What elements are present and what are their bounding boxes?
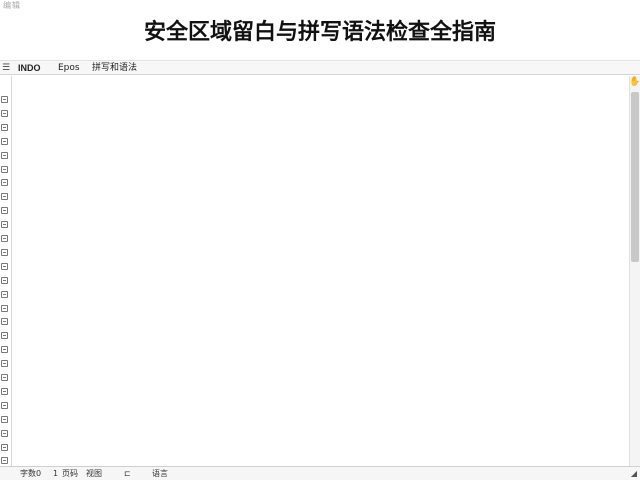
line-marker-icon[interactable]	[1, 429, 8, 437]
status-bar: 字数0 1 页码 视图 ⊏ 语言 ◢	[0, 466, 640, 480]
status-language[interactable]: 语言	[152, 468, 168, 479]
line-marker-icon[interactable]	[1, 207, 8, 215]
line-marker-icon[interactable]	[1, 346, 8, 354]
line-marker-icon[interactable]	[1, 401, 8, 409]
menu-icon[interactable]: ☰	[0, 62, 12, 74]
line-marker-icon[interactable]	[1, 193, 8, 201]
line-marker-icon[interactable]	[1, 360, 8, 368]
line-gutter	[0, 76, 12, 479]
line-marker-icon[interactable]	[1, 221, 8, 229]
editor-window: 编辑 安全区域留白与拼写语法检查全指南 ☰ INDO Epos 拼写和语法 ✋ …	[0, 0, 640, 480]
page-title: 安全区域留白与拼写语法检查全指南	[143, 20, 496, 45]
line-marker-icon[interactable]	[1, 248, 8, 256]
line-marker-icon[interactable]	[1, 304, 8, 312]
line-marker-icon[interactable]	[1, 387, 8, 395]
toolbar: ☰ INDO Epos 拼写和语法	[0, 60, 640, 75]
status-word-count: 字数0	[20, 469, 42, 478]
status-line: 1	[53, 469, 59, 478]
resize-icon[interactable]: ◢	[629, 468, 639, 479]
vertical-scrollbar[interactable]	[629, 76, 640, 466]
line-marker-icon[interactable]	[1, 235, 8, 242]
line-marker-icon[interactable]	[1, 276, 8, 284]
line-marker-icon[interactable]	[1, 179, 8, 187]
line-marker-icon[interactable]	[1, 137, 8, 145]
line-marker-icon[interactable]	[1, 262, 8, 270]
status-layout-icon[interactable]: ⊏	[124, 468, 131, 479]
line-marker-icon[interactable]	[1, 151, 8, 159]
line-marker-icon[interactable]	[1, 290, 8, 298]
toolbar-item-indo[interactable]: INDO	[18, 62, 41, 74]
line-marker-icon[interactable]	[1, 96, 8, 103]
status-page[interactable]: 页码	[62, 468, 78, 479]
toolbar-item-spelling-grammar[interactable]: 拼写和语法	[92, 62, 137, 74]
toolbar-item-epos[interactable]: Epos	[58, 62, 80, 74]
status-view[interactable]: 视图	[86, 468, 102, 479]
document-editor[interactable]	[12, 76, 629, 466]
line-marker-icon[interactable]	[1, 123, 8, 131]
hand-icon[interactable]: ✋	[629, 76, 640, 88]
line-marker-icon[interactable]	[1, 374, 8, 381]
line-marker-icon[interactable]	[1, 318, 8, 326]
line-marker-icon[interactable]	[1, 457, 8, 465]
line-marker-icon[interactable]	[1, 165, 8, 173]
title-area: 编辑 安全区域留白与拼写语法检查全指南	[0, 0, 640, 60]
line-marker-icon[interactable]	[1, 415, 8, 423]
line-marker-icon[interactable]	[1, 332, 8, 340]
line-marker-icon[interactable]	[1, 443, 8, 451]
app-title: 编辑	[3, 1, 21, 10]
line-marker-icon[interactable]	[1, 109, 8, 117]
scroll-thumb[interactable]	[631, 92, 639, 262]
